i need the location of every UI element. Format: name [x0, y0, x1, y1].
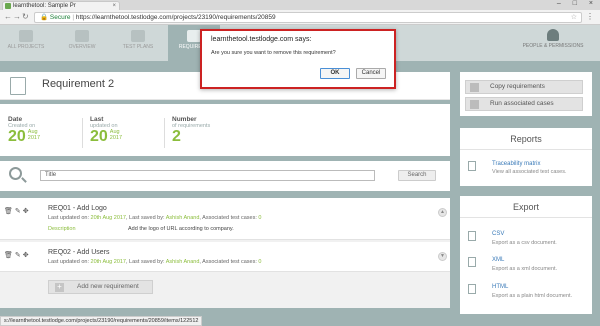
- copy-requirements-button[interactable]: Copy requirements: [465, 80, 583, 94]
- delete-icon[interactable]: 🗑: [4, 208, 15, 215]
- cancel-button[interactable]: Cancel: [356, 68, 386, 79]
- requirements-icon: [187, 30, 201, 42]
- edit-icon[interactable]: ✎: [15, 208, 23, 215]
- stat-last-updated: Last updated on 20 Aug 2017: [90, 116, 122, 145]
- stat-day: 20: [8, 128, 26, 145]
- description-label: Description: [48, 226, 76, 232]
- run-icon: [470, 100, 479, 109]
- nav-all-projects[interactable]: ALL PROJECTS: [0, 25, 52, 61]
- requirements-list: 🗑✎✥ REQ01 - Add Logo Last updated on: 20…: [0, 198, 450, 308]
- favicon-icon: [5, 3, 11, 9]
- delete-icon[interactable]: 🗑: [4, 252, 15, 259]
- xml-file-icon: [468, 257, 476, 267]
- bookmark-star-icon[interactable]: ☆: [571, 13, 577, 22]
- reload-icon[interactable]: ↻: [22, 12, 29, 21]
- run-associated-cases-button[interactable]: Run associated cases: [465, 97, 583, 111]
- back-icon[interactable]: ←: [4, 12, 12, 21]
- traceability-matrix-link[interactable]: Traceability matrix: [492, 161, 540, 167]
- secure-label: Secure: [49, 14, 71, 21]
- projects-icon: [19, 30, 33, 42]
- export-title: Export: [460, 196, 592, 218]
- nav-label: PEOPLE & PERMISSIONS: [522, 43, 584, 49]
- copy-icon: [470, 83, 479, 92]
- browser-toolbar: ← → ↻ 🔒 Secure | https://learnthetool.te…: [0, 10, 600, 25]
- nav-test-plans[interactable]: TEST PLANS: [112, 25, 164, 61]
- export-xml-desc: Export as a xml document.: [492, 266, 558, 272]
- collapse-icon[interactable]: ▲: [438, 208, 447, 217]
- description-text: Add the logo of URL according to company…: [128, 226, 234, 232]
- confirm-dialog: learnthetool.testlodge.com says: Are you…: [200, 29, 396, 89]
- nav-people-permissions[interactable]: PEOPLE & PERMISSIONS: [518, 25, 588, 61]
- move-icon[interactable]: ✥: [23, 208, 31, 215]
- search-icon: [9, 167, 22, 180]
- browser-tab-bar: learnthetool: Sample Pr × – □ ×: [0, 0, 600, 10]
- lock-icon: 🔒: [40, 14, 49, 21]
- export-csv-desc: Export as a csv document.: [492, 240, 557, 246]
- button-label: Copy requirements: [490, 83, 545, 90]
- edit-icon[interactable]: ✎: [15, 252, 23, 259]
- add-requirement-label: Add new requirement: [77, 283, 139, 290]
- export-csv-link[interactable]: CSV: [492, 231, 504, 237]
- nav-label: TEST PLANS: [122, 44, 154, 50]
- status-bar: s://learnthetool.testlodge.com/projects/…: [0, 316, 203, 326]
- list-item: 🗑✎✥ REQ01 - Add Logo Last updated on: 20…: [0, 198, 450, 240]
- add-requirement-button[interactable]: + Add new requirement: [48, 280, 153, 294]
- export-panel: Export CSV Export as a csv document. XML…: [460, 196, 592, 314]
- stat-value: 2: [172, 128, 181, 145]
- requirement-meta: Last updated on: 20th Aug 2017, Last sav…: [48, 215, 262, 221]
- tab-title: learnthetool: Sample Pr: [13, 3, 76, 9]
- stat-month-year: Aug 2017: [109, 129, 123, 141]
- stat-label: Number: [172, 116, 197, 123]
- stat-label: Date: [8, 116, 23, 123]
- dialog-message: Are you sure you want to remove this req…: [211, 50, 336, 56]
- people-icon: [547, 29, 559, 41]
- dialog-title: learnthetool.testlodge.com says:: [211, 36, 312, 43]
- requirement-title[interactable]: REQ02 - Add Users: [48, 249, 109, 256]
- stat-month-year: Aug 2017: [27, 129, 41, 141]
- button-label: Run associated cases: [490, 100, 554, 107]
- url-text: https://learnthetool.testlodge.com/proje…: [75, 14, 276, 21]
- browser-tab[interactable]: learnthetool: Sample Pr ×: [2, 1, 120, 10]
- title-search-input[interactable]: Title: [40, 170, 375, 181]
- nav-label: ALL PROJECTS: [7, 44, 45, 50]
- export-html-desc: Export as a plain html document.: [492, 293, 573, 299]
- ok-button[interactable]: OK: [320, 68, 350, 79]
- forward-icon[interactable]: →: [13, 12, 21, 21]
- csv-file-icon: [468, 231, 476, 241]
- export-xml-link[interactable]: XML: [492, 257, 504, 263]
- reports-title: Reports: [460, 128, 592, 150]
- tab-close-icon[interactable]: ×: [112, 2, 116, 10]
- reports-panel: Reports Traceability matrix View all ass…: [460, 128, 592, 186]
- stat-number: Number of requirements 2: [172, 116, 210, 145]
- plus-icon: +: [55, 283, 64, 292]
- page-title: Requirement 2: [42, 78, 115, 90]
- expand-icon[interactable]: ▼: [438, 252, 447, 261]
- traceability-matrix-desc: View all associated test cases.: [492, 169, 567, 175]
- search-row: Title Search: [0, 161, 450, 191]
- list-item: 🗑✎✥ REQ02 - Add Users Last updated on: 2…: [0, 242, 450, 272]
- html-file-icon: [468, 284, 476, 294]
- stat-label: Last: [90, 116, 104, 123]
- requirement-meta: Last updated on: 20th Aug 2017, Last sav…: [48, 259, 262, 265]
- move-icon[interactable]: ✥: [23, 252, 31, 259]
- browser-menu-icon[interactable]: ⋮: [586, 12, 594, 21]
- actions-panel: Copy requirements Run associated cases: [460, 72, 592, 116]
- document-icon: [10, 77, 26, 95]
- stat-date: Date Created on 20 Aug 2017: [8, 116, 40, 145]
- export-html-link[interactable]: HTML: [492, 284, 508, 290]
- search-button[interactable]: Search: [398, 170, 436, 181]
- window-controls[interactable]: – □ ×: [557, 0, 598, 7]
- stat-day: 20: [90, 128, 108, 145]
- test-plans-icon: [131, 30, 145, 42]
- stats-panel: Date Created on 20 Aug 2017 Last updated o…: [0, 104, 450, 156]
- file-icon: [468, 161, 476, 171]
- nav-label: OVERVIEW: [68, 44, 96, 50]
- nav-overview[interactable]: OVERVIEW: [56, 25, 108, 61]
- requirement-title[interactable]: REQ01 - Add Logo: [48, 205, 107, 212]
- address-bar[interactable]: 🔒 Secure | https://learnthetool.testlodg…: [34, 12, 582, 23]
- overview-icon: [75, 30, 89, 42]
